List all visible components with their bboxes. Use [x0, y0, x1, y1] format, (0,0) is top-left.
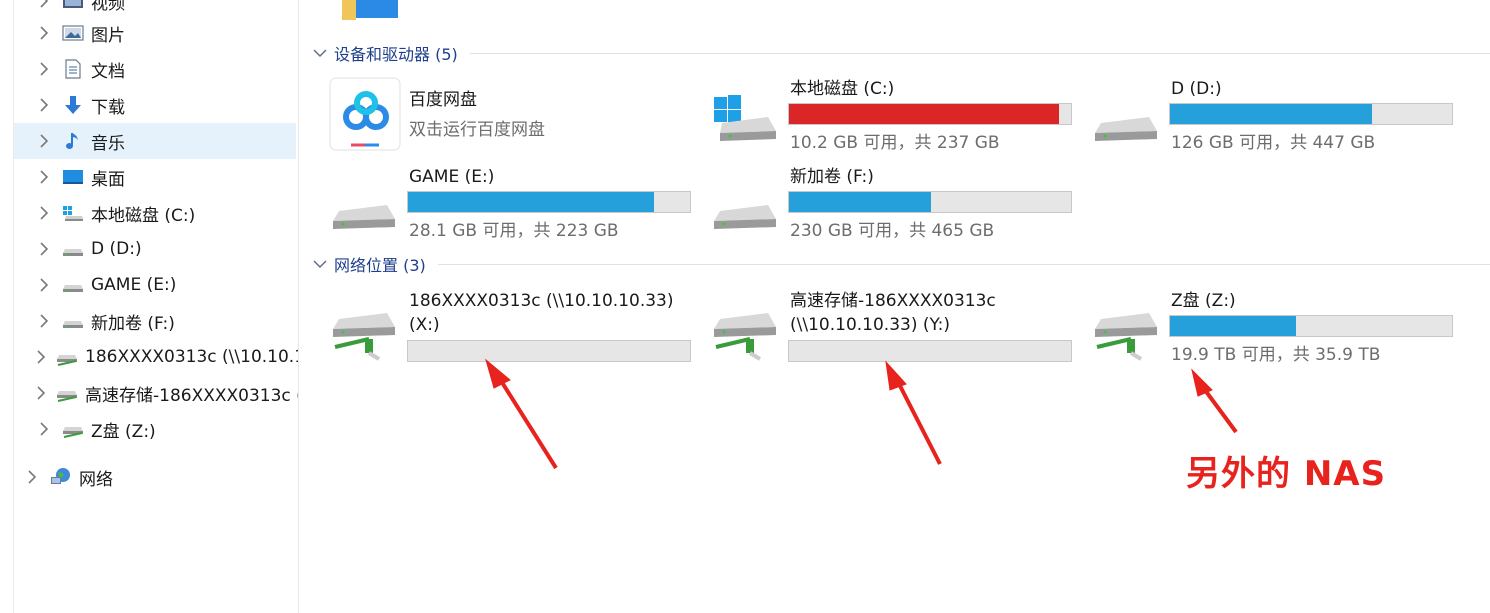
annotation-label: 另外的 NAS [1186, 454, 1387, 494]
annotation-arrows [485, 358, 1238, 470]
arrow-annotation [485, 358, 1238, 470]
